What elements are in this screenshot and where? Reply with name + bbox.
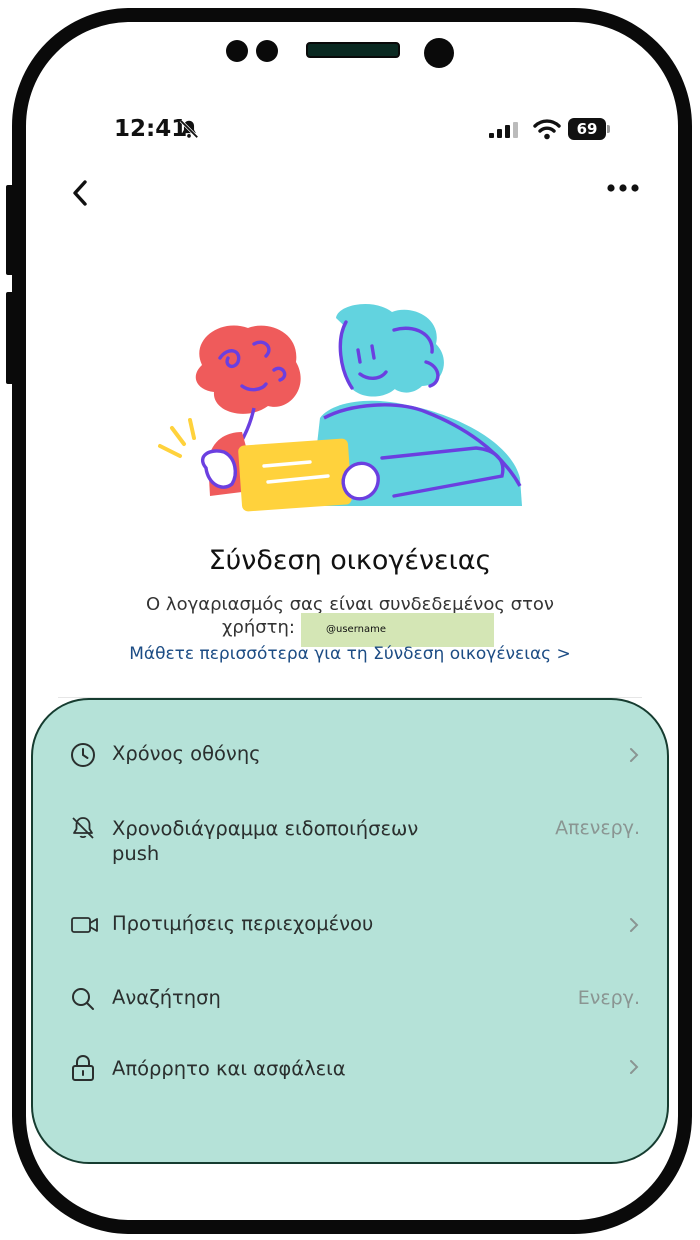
sensor-dot [226,40,248,62]
battery-tip [607,125,610,133]
sensor-dot [256,40,278,62]
cellular-signal-icon [489,122,518,138]
settings-row-search[interactable]: Αναζήτηση Ενεργ. [70,984,640,1014]
chevron-right-icon [630,1060,639,1074]
settings-row-label: Προτιμήσεις περιεχομένου [112,912,374,935]
learn-more-link[interactable]: Μάθετε περισσότερα για τη Σύνδεση οικογέ… [0,644,700,664]
settings-row-value: Απενεργ. [555,817,640,839]
clock-icon [71,743,95,767]
settings-row-label-line1: Χρονοδιάγραμμα ειδοποιήσεων [112,817,419,840]
settings-row-label: Αναζήτηση [112,986,221,1009]
silent-mode-icon [179,119,199,139]
settings-row-label: Απόρρητο και ασφάλεια [112,1057,346,1080]
battery-indicator: 69 [568,118,606,140]
earpiece-speaker [306,42,400,58]
chevron-right-icon [630,918,639,932]
video-camera-icon [71,917,98,933]
search-icon [72,988,94,1010]
description-line1: Ο λογαριασμός σας είναι συνδεδεμένος στο… [146,594,554,615]
bell-off-icon [72,817,94,839]
wifi-icon [533,119,561,140]
chevron-right-icon [630,748,639,762]
settings-row-privacy-security[interactable]: Απόρρητο και ασφάλεια [70,1054,640,1084]
settings-row-screen-time[interactable]: Χρόνος οθόνης [70,740,640,770]
status-time: 12:41 [114,116,188,142]
settings-row-push-schedule[interactable]: Χρονοδιάγραμμα ειδοποιήσεων push Απενεργ… [70,815,640,869]
settings-row-label: Χρόνος οθόνης [112,742,261,765]
family-pairing-illustration [158,304,522,512]
lock-icon [72,1054,94,1081]
settings-row-label-line2: push [112,842,160,865]
settings-row-content-preferences[interactable]: Προτιμήσεις περιεχομένου [70,910,640,940]
linked-username: @username [326,624,386,635]
page-title: Σύνδεση οικογένειας [208,545,492,576]
front-camera [424,38,454,68]
description-line2: χρήστη: [222,617,295,638]
settings-row-value: Ενεργ. [577,987,640,1009]
back-arrow-icon[interactable] [70,178,90,208]
more-options-icon[interactable] [606,182,640,194]
